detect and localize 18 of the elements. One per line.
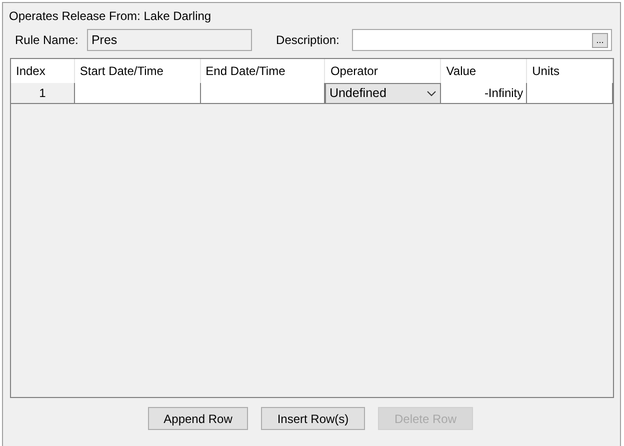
browse-button[interactable]: ... (592, 32, 608, 48)
description-field[interactable]: ... (352, 29, 612, 51)
column-header[interactable]: End Date/Time (200, 59, 326, 83)
chevron-down-icon (427, 90, 436, 96)
rule-name-label: Rule Name: (14, 32, 80, 49)
column-header[interactable]: Value (441, 59, 528, 83)
column-header[interactable]: Units (527, 59, 613, 83)
column-header[interactable]: Start Date/Time (74, 59, 201, 83)
column-header[interactable]: Index (11, 59, 75, 83)
operator-dropdown[interactable]: Undefined (325, 83, 442, 104)
description-label: Description: (275, 32, 340, 49)
panel-title: Operates Release From: Lake Darling (9, 9, 212, 23)
action-button[interactable]: Insert Row(s) (261, 407, 365, 430)
table-cell[interactable]: -Infinity (441, 83, 528, 104)
column-header[interactable]: Operator (325, 59, 442, 83)
row-index-cell: 1 (11, 83, 75, 104)
rule-name-field[interactable]: Pres (87, 29, 252, 51)
action-button[interactable]: Append Row (148, 407, 248, 430)
